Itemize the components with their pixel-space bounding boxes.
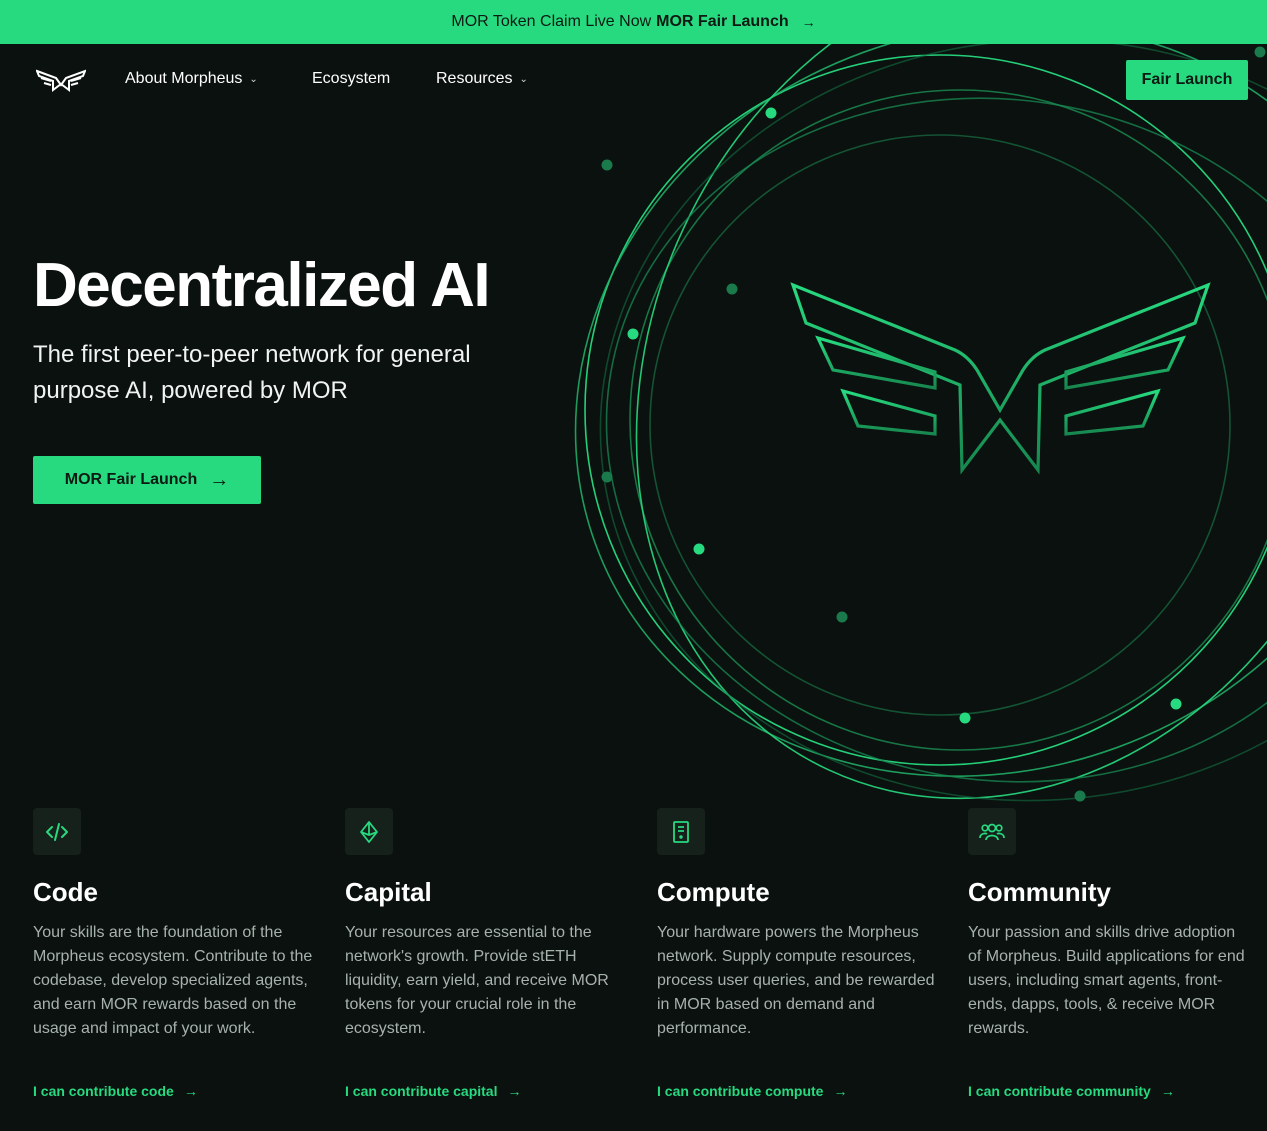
ethereum-icon [345,808,393,855]
top-navigation: About Morpheus ⌄ Ecosystem Resources ⌄ F… [0,44,1267,116]
banner-text: MOR Token Claim Live Now [451,13,652,30]
announcement-banner[interactable]: MOR Token Claim Live Now MOR Fair Launch… [0,0,1267,44]
fair-launch-button[interactable]: Fair Launch [1126,60,1248,100]
banner-link[interactable]: MOR Fair Launch [656,13,788,31]
card-description: Your hardware powers the Morpheus networ… [657,924,935,1037]
card-community: Community Your passion and skills drive … [968,808,1258,1041]
mor-fair-launch-button[interactable]: MOR Fair Launch → [33,456,261,504]
arrow-right-icon: → [507,1083,522,1099]
nav-about-morpheus[interactable]: About Morpheus ⌄ [125,70,258,88]
contribute-code-link[interactable]: I can contribute code → [33,1083,198,1099]
nav-resources[interactable]: Resources ⌄ [436,70,528,88]
card-title: Code [33,877,98,907]
server-icon [657,808,705,855]
card-code: Code Your skills are the foundation of t… [33,808,323,1041]
card-capital: Capital Your resources are essential to … [345,808,635,1041]
card-title: Compute [657,877,770,907]
chevron-down-icon: ⌄ [249,73,258,85]
morpheus-logo[interactable] [36,68,86,92]
arrow-right-icon: → [833,1083,848,1099]
card-description: Your passion and skills drive adoption o… [968,924,1245,1037]
users-icon [968,808,1016,855]
contribute-capital-link[interactable]: I can contribute capital → [345,1083,521,1099]
arrow-right-icon: → [801,14,816,30]
code-icon [33,808,81,855]
nav-about-label: About Morpheus [125,70,243,87]
nav-resources-label: Resources [436,70,513,87]
card-description: Your skills are the foundation of the Mo… [33,924,313,1037]
nav-ecosystem[interactable]: Ecosystem [312,70,390,88]
card-title: Capital [345,877,432,907]
card-link-label: I can contribute community [968,1083,1151,1099]
card-link-label: I can contribute code [33,1083,174,1099]
card-link-label: I can contribute compute [657,1083,824,1099]
card-description: Your resources are essential to the netw… [345,924,609,1037]
contribute-compute-link[interactable]: I can contribute compute → [657,1083,847,1099]
contribute-community-link[interactable]: I can contribute community → [968,1083,1175,1099]
hero-button-label: MOR Fair Launch [64,471,198,488]
nav-ecosystem-label: Ecosystem [312,70,391,87]
arrow-right-icon: → [209,468,230,491]
chevron-down-icon: ⌄ [519,73,528,85]
hero-title: Decentralized AI [33,251,491,320]
card-title: Community [968,877,1111,907]
card-compute: Compute Your hardware powers the Morpheu… [657,808,947,1041]
card-link-label: I can contribute capital [345,1083,498,1099]
arrow-right-icon: → [183,1083,198,1099]
arrow-right-icon: → [1160,1083,1175,1099]
hero-subtitle: The first peer-to-peer network for gener… [33,341,471,404]
